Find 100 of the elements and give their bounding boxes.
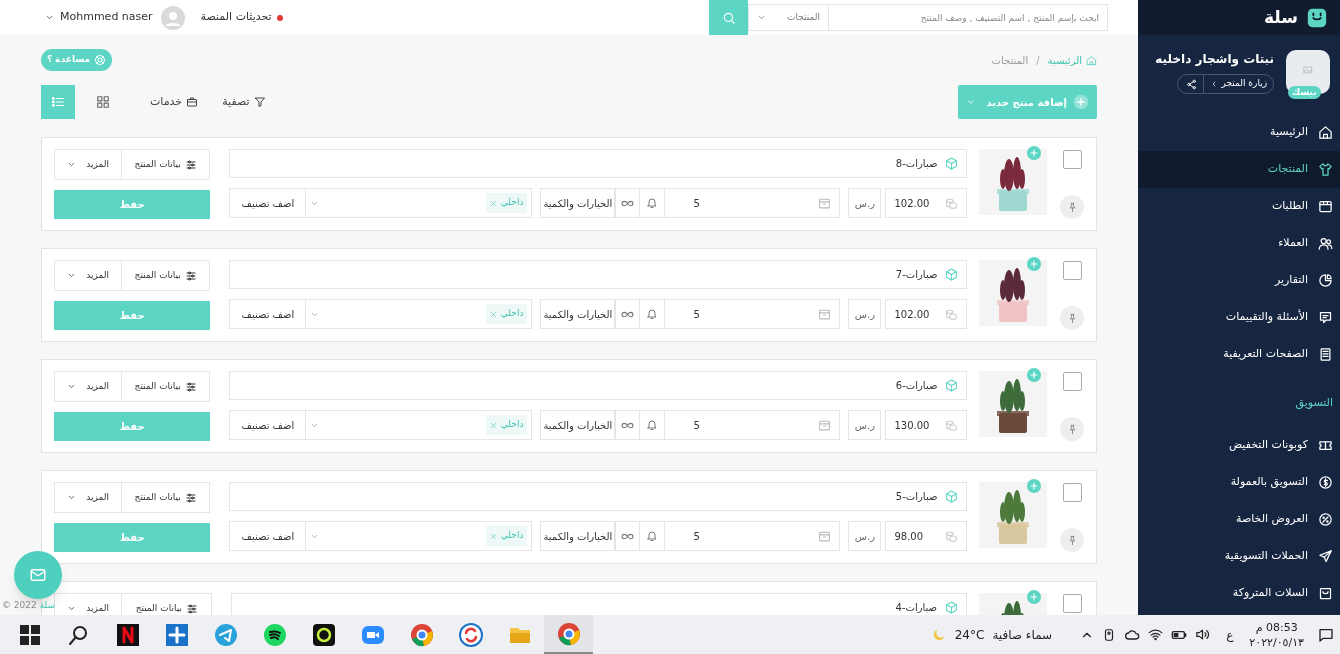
cube-icon (945, 157, 959, 170)
coins-icon (945, 418, 959, 432)
name-field[interactable]: صبارات-7 (229, 260, 968, 289)
nav-item[interactable]: الصفحات التعريفية (1138, 336, 1340, 373)
start-button[interactable] (17, 622, 42, 647)
services-button[interactable]: خدمات (150, 93, 199, 111)
wifi-icon[interactable] (1148, 627, 1164, 642)
notify-button[interactable] (639, 410, 665, 440)
product-details-button[interactable]: بيانات المنتج (121, 371, 211, 402)
remove-icon (489, 421, 497, 429)
nav-item[interactable]: المنتجات (1138, 151, 1340, 188)
clock[interactable]: 08:53 م ٢٠٢٢/٠٥/١٣ (1249, 619, 1304, 650)
sync-icon[interactable] (458, 622, 483, 647)
bell-icon (646, 197, 659, 209)
price-field[interactable]: 98.00 (885, 521, 968, 551)
checkbox[interactable] (1062, 372, 1082, 391)
more-dropdown[interactable]: المزيد (54, 149, 121, 180)
shirt-icon (1318, 162, 1333, 177)
add-category-button[interactable]: اضف تصنيف (229, 299, 306, 329)
chevron-down-icon (45, 13, 54, 22)
product-details-button[interactable]: بيانات المنتج (121, 149, 211, 180)
product-details-button[interactable]: بيانات المنتج (121, 482, 211, 513)
language-indicator[interactable]: ع (1226, 625, 1234, 644)
box-icon (818, 418, 832, 432)
pin-button[interactable] (1060, 528, 1085, 552)
options-button[interactable]: الخيارات والكمية (540, 188, 616, 218)
product-details-button[interactable]: بيانات المنتج (121, 260, 211, 291)
nav-item[interactable]: الرئيسية (1138, 114, 1340, 151)
nav-item[interactable]: التسويق بالعمولة (1138, 464, 1340, 501)
speaker-icon[interactable] (1195, 627, 1211, 642)
filter-button[interactable]: تصفية (222, 93, 266, 111)
app-icon[interactable] (115, 622, 140, 647)
briefcase-icon (186, 96, 199, 108)
pin-button[interactable] (1060, 306, 1085, 330)
checkbox[interactable] (1062, 261, 1082, 280)
price-field[interactable]: 130.00 (885, 410, 968, 440)
updates-link[interactable]: تحديثات المنصة (200, 9, 272, 26)
chevron-down-icon (966, 97, 976, 107)
options-button[interactable]: الخيارات والكمية (540, 521, 616, 551)
visit-store-button[interactable]: زيارة المتجر (1202, 75, 1273, 93)
checkbox[interactable] (1062, 483, 1082, 502)
add-image-icon[interactable] (1027, 257, 1042, 271)
add-category-button[interactable]: اضف تصنيف (229, 188, 306, 218)
notify-button[interactable] (639, 521, 665, 551)
weather-text: سماء صافية (992, 626, 1053, 644)
more-dropdown[interactable]: المزيد (54, 371, 121, 402)
price-field[interactable]: 102.00 (885, 299, 968, 329)
more-dropdown[interactable]: المزيد (54, 482, 121, 513)
pin-button[interactable] (1060, 417, 1085, 441)
search-field[interactable]: ابحث بإسم المنتج , اسم التصنيف , وصف المنتج (828, 4, 1108, 31)
quantity-field[interactable]: 5 (664, 299, 841, 329)
chevron-down-icon (67, 271, 76, 280)
nav-item[interactable]: الحملات التسويقية (1138, 538, 1340, 575)
price-field[interactable]: 102.00 (885, 188, 968, 218)
unlimited-button[interactable] (615, 188, 640, 218)
coins-icon (945, 307, 959, 321)
nav-item[interactable]: كوبونات التخفيض (1138, 427, 1340, 464)
name-field[interactable]: صبارات-8 (229, 149, 968, 178)
add-image-icon[interactable] (1027, 146, 1042, 160)
notify-button[interactable] (639, 188, 665, 218)
user-name[interactable]: Mohmmed naser (60, 9, 153, 26)
unlimited-button[interactable] (615, 410, 640, 440)
message-button[interactable] (14, 551, 62, 599)
name-field[interactable]: صبارات-5 (229, 482, 968, 511)
unlimited-button[interactable] (615, 299, 640, 329)
name-field[interactable]: صبارات-6 (229, 371, 968, 400)
quantity-field[interactable]: 5 (664, 410, 841, 440)
nav-item[interactable]: التقارير (1138, 262, 1340, 299)
nav-item[interactable]: العملاء (1138, 225, 1340, 262)
add-image-icon[interactable] (1027, 479, 1042, 493)
options-button[interactable]: الخيارات والكمية (540, 299, 616, 329)
app-icon[interactable] (311, 622, 336, 647)
add-category-button[interactable]: اضف تصنيف (229, 521, 306, 551)
quantity-field[interactable]: 5 (664, 188, 841, 218)
coins-icon (945, 196, 959, 210)
notify-button[interactable] (639, 299, 665, 329)
notification-icon[interactable] (1318, 626, 1334, 643)
app-icon[interactable] (262, 622, 287, 647)
remove-icon (489, 532, 497, 540)
nav-item[interactable]: السلات المتروكة (1138, 575, 1340, 612)
box-icon (818, 529, 832, 543)
name-field[interactable]: صبارات-4 (231, 593, 968, 615)
unlimited-button[interactable] (615, 521, 640, 551)
add-image-icon[interactable] (1027, 590, 1042, 604)
box-icon (818, 307, 832, 321)
nav-item[interactable]: الطلبات (1138, 188, 1340, 225)
checkbox[interactable] (1062, 594, 1082, 613)
nav-item[interactable]: العروض الخاصة (1138, 501, 1340, 538)
more-dropdown[interactable]: المزيد (54, 260, 121, 291)
add-image-icon[interactable] (1027, 368, 1042, 382)
options-button[interactable]: الخيارات والكمية (540, 410, 616, 440)
currency-label: ر.س (848, 299, 882, 329)
pin-button[interactable] (1060, 195, 1085, 219)
chevron-down-icon (67, 493, 76, 502)
nav-item[interactable]: الأسئلة والتقييمات (1138, 299, 1340, 336)
brand-name: سلة (1264, 5, 1298, 29)
quantity-field[interactable]: 5 (664, 521, 841, 551)
add-category-button[interactable]: اضف تصنيف (229, 410, 306, 440)
sliders-icon (184, 491, 197, 504)
checkbox[interactable] (1062, 150, 1082, 169)
